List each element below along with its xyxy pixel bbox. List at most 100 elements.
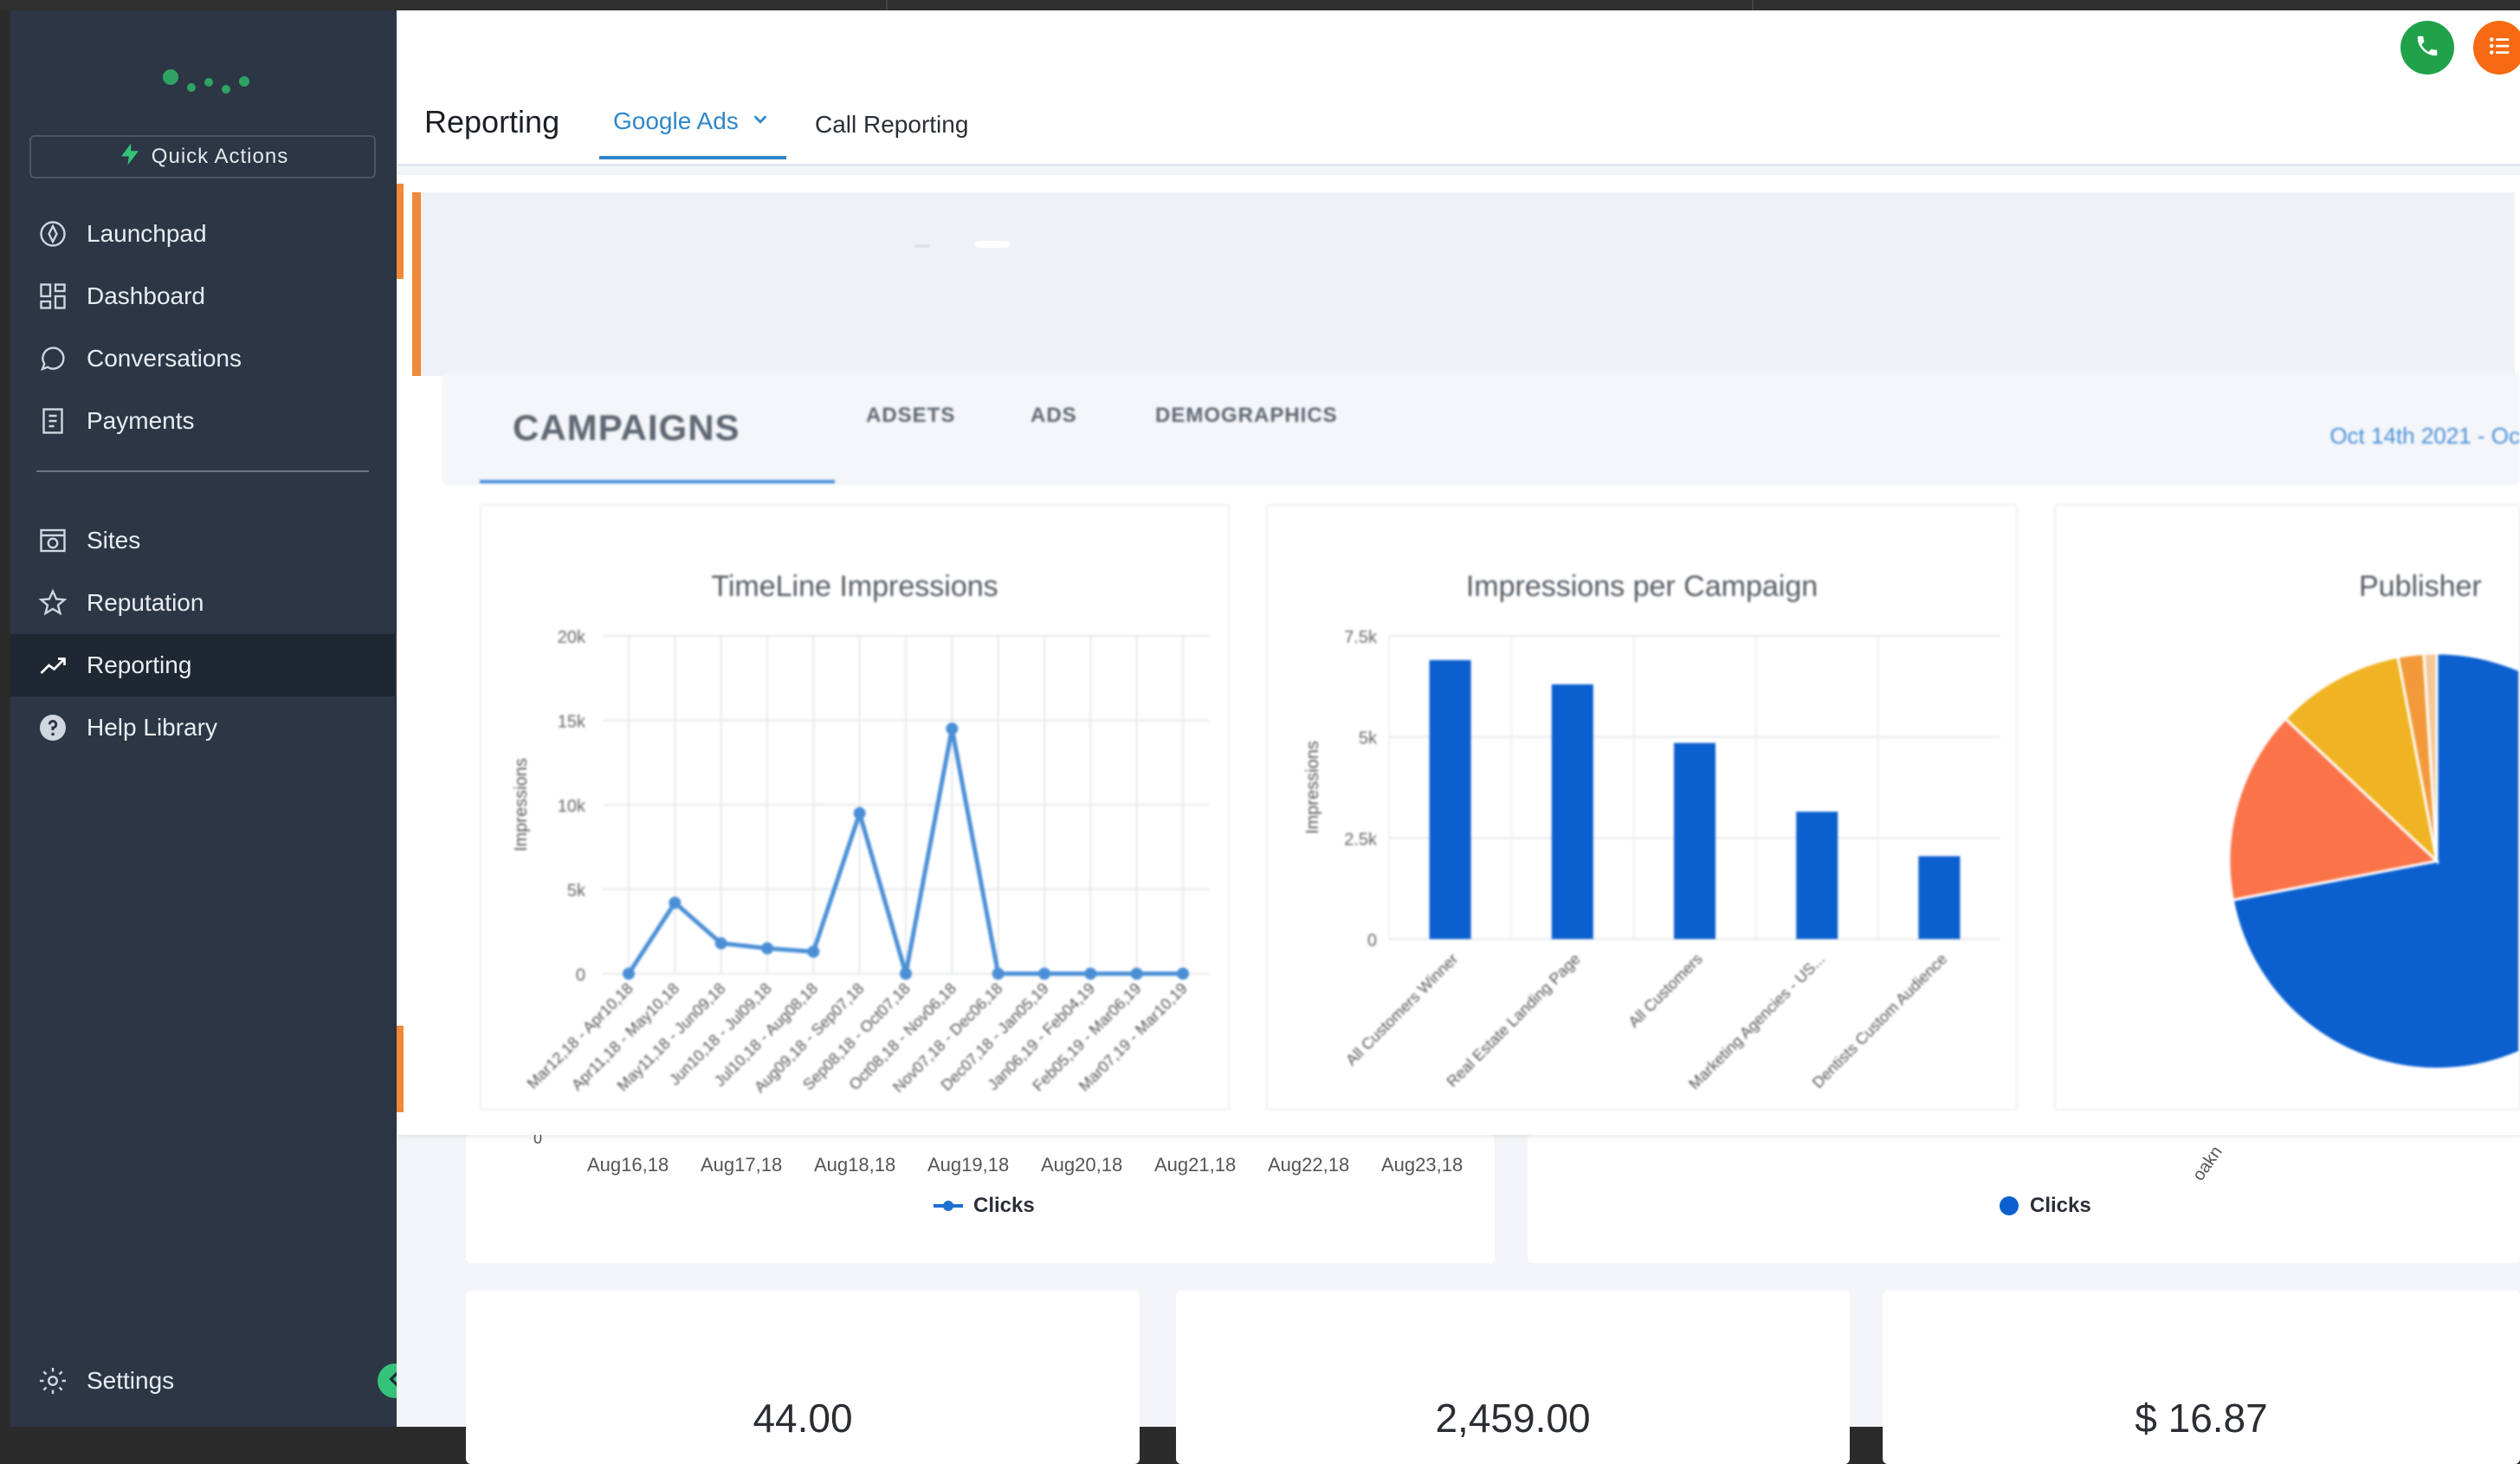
bar [1796,812,1838,939]
sidebar-item-sites[interactable]: Sites [10,509,395,572]
globe-icon [36,524,69,557]
publisher-card: Publisher [2054,504,2520,1111]
tab-adsets[interactable]: ADSETS [866,404,955,428]
y-tick-label: 2.5k [1344,830,1378,849]
tab-google-ads[interactable]: Google Ads [613,107,770,135]
tab-demographics[interactable]: DEMOGRAPHICS [1155,404,1338,428]
rocket-icon [36,217,69,250]
y-axis-label: Impressions [1303,741,1322,834]
bar [1674,742,1716,939]
brand-logo-icon[interactable] [156,62,251,106]
y-tick-label: 7.5k [1344,628,1378,647]
trending-icon [36,649,69,682]
legend-clicks-pie[interactable]: Clicks [1999,1194,2091,1218]
sidebar-item-label: Conversations [87,345,242,372]
sidebar-divider [36,470,369,472]
x-tick-label: Real Estate Landing Page [1444,950,1584,1091]
data-point [900,968,912,980]
browser-tab[interactable] [0,0,888,10]
bar [1918,856,1961,939]
legend-clicks-line[interactable]: Clicks [934,1194,1035,1218]
task-menu-button[interactable] [2473,21,2520,74]
impressions-per-campaign-card: Impressions per Campaign 0 2.5k 5k 7.5k Impr… [1266,504,2018,1111]
active-tab-underline [480,480,835,483]
sidebar-item-reputation[interactable]: Reputation [10,572,395,634]
sidebar-item-payments[interactable]: Payments [10,390,395,452]
legend-label: Clicks [973,1194,1035,1217]
tab-label: Google Ads [613,107,739,134]
x-tick-label: Aug18,18 [814,1154,896,1176]
bar [1429,660,1471,939]
x-tick-label: Aug20,18 [1041,1154,1123,1176]
x-tick-label: Dentists Custom Audience [1809,950,1950,1092]
y-axis-label: Impressions [512,758,531,852]
list-icon [2486,33,2512,63]
report-overlay-panel: CAMPAIGNS ADSETS ADS DEMOGRAPHICS Oct 14… [397,175,2520,1135]
sidebar-item-launchpad[interactable]: Launchpad [10,203,395,265]
x-tick-label: Marketing Agencies - US... [1685,950,1828,1093]
data-point [1130,968,1143,980]
accent-bar [397,1026,404,1112]
sidebar-item-dashboard[interactable]: Dashboard [10,265,395,327]
grid-icon [36,280,69,313]
data-point [669,897,682,910]
quick-actions-button[interactable]: Quick Actions [29,135,376,178]
legend-label: Clicks [2030,1194,2091,1217]
date-range-picker[interactable]: Oct 14th 2021 - Oc [2329,423,2520,450]
main-content: 0 Aug16,18 Aug17,18 Aug18,18 Aug19,18 Au… [397,10,2520,1464]
timeline-impressions-card: TimeLine Impressions 0 5k 10k 15k 20k Impress… [480,504,1230,1111]
sidebar-item-label: Help Library [87,714,217,741]
x-tick-label: All Customers Winner [1342,950,1461,1069]
phone-icon [2414,33,2440,63]
stat-card-impressions: 2,459.00 [1176,1291,1850,1464]
stat-value: 2,459.00 [1435,1396,1591,1441]
sidebar-item-settings[interactable]: Settings [10,1350,395,1412]
x-tick-label: All Customers [1625,950,1705,1031]
top-header: Reporting Google Ads Call Reporting [397,10,2520,166]
sidebar-item-conversations[interactable]: Conversations [10,327,395,390]
data-point [1038,968,1050,980]
browser-tab[interactable] [888,0,1754,10]
data-point [853,806,866,819]
active-tab-underline [599,156,786,159]
data-point [807,945,820,958]
data-point [946,722,959,735]
lightning-icon [117,141,143,173]
quick-actions-label: Quick Actions [151,145,289,168]
tab-call-reporting[interactable]: Call Reporting [815,111,968,139]
chat-icon [36,342,69,375]
chevron-down-icon [751,107,770,135]
legend-dot-icon [2000,1196,2019,1215]
sidebar-item-reporting[interactable]: Reporting [10,634,395,696]
timeline-impressions-chart: 05k10k15k20kImpressionsMar12,18 - Apr10,… [512,628,1209,1096]
y-tick-label: 0 [1367,931,1377,950]
gear-icon [36,1364,69,1397]
sidebar: Quick Actions Launchpad Dashboard Conver… [10,10,412,1427]
tab-campaigns[interactable]: CAMPAIGNS [513,407,740,449]
stat-value: 44.00 [753,1396,853,1441]
data-point [992,968,1005,980]
campaign-tabs: CAMPAIGNS ADSETS ADS DEMOGRAPHICS Oct 14… [442,372,2520,485]
x-tick-label: Aug17,18 [701,1154,783,1176]
sidebar-item-help-library[interactable]: Help Library [10,696,395,759]
sidebar-item-label: Dashboard [87,282,205,309]
y-tick-label: 5k [567,882,586,901]
impressions-per-campaign-chart: 0 2.5k 5k 7.5k Impressions All Customers Winn… [1303,628,2000,1093]
accent-bar [397,184,404,279]
info-banner [412,192,2515,376]
data-point [1084,968,1097,980]
legend-line-marker-icon [934,1201,963,1211]
sidebar-item-label: Sites [87,527,141,554]
page-title: Reporting [424,104,560,139]
receipt-icon [36,405,69,437]
sidebar-item-label: Launchpad [87,220,207,247]
bar [1551,684,1593,939]
data-point [714,936,727,949]
sidebar-item-label: Reputation [87,589,204,616]
stat-card-cost: $ 16.87 [1883,1291,2520,1464]
y-tick-label: 15k [558,713,586,732]
tab-ads[interactable]: ADS [1031,404,1077,428]
phone-button[interactable] [2400,21,2454,74]
stat-card-clicks: 44.00 [466,1291,1140,1464]
x-tick-label: Aug23,18 [1381,1154,1464,1176]
